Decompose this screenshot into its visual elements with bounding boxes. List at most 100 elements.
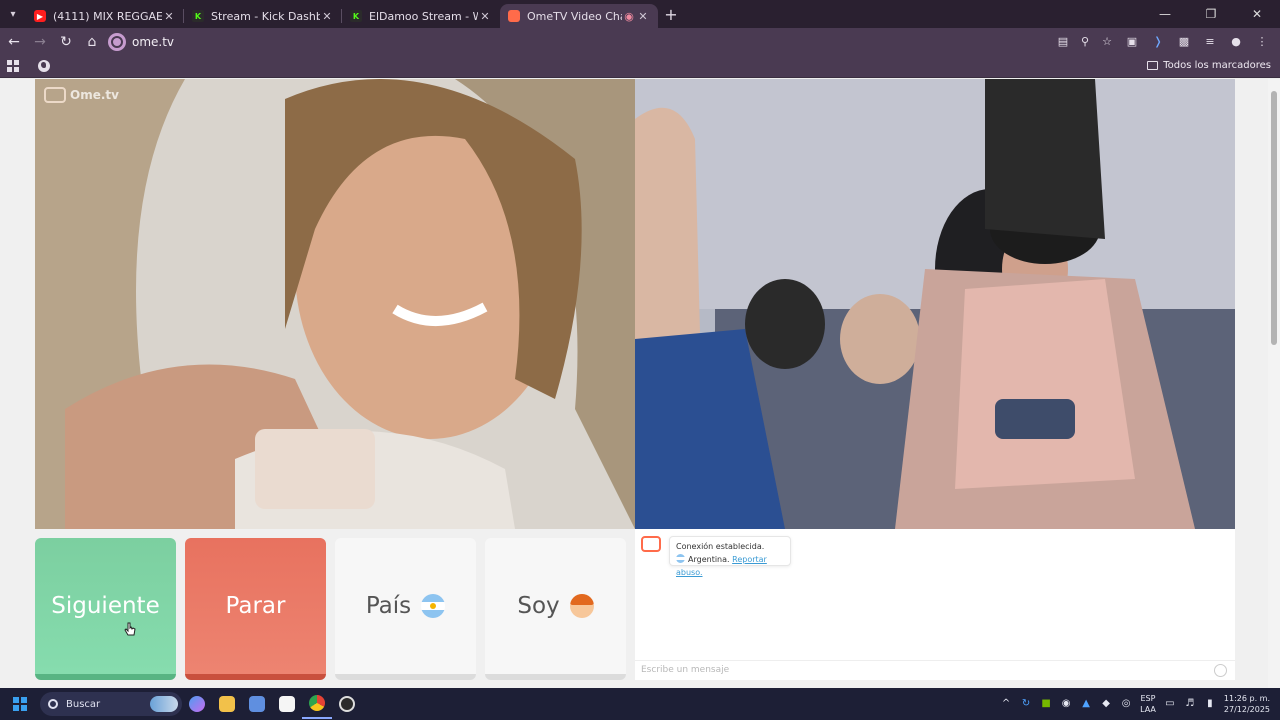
omnibox-actions: ▤ ⚲ ☆ (1054, 33, 1116, 51)
keyboard-language[interactable]: ESP LAA (1140, 693, 1156, 715)
close-icon[interactable]: ✕ (478, 10, 492, 23)
tab-search-icon[interactable]: ▾ (0, 0, 26, 28)
cast-icon[interactable]: ▤ (1054, 33, 1072, 51)
file-explorer-icon[interactable] (212, 689, 242, 719)
argentina-flag-icon (421, 594, 446, 618)
windows-logo-icon (13, 697, 27, 711)
display-icon[interactable]: ▭ (1164, 698, 1176, 710)
windows-taskbar: Buscar ^ ↻ ■ ◉ ▲ ◆ ◎ ESP LAA ▭ ♬ ▮ 11:26… (0, 688, 1280, 720)
store-app-icon[interactable] (242, 689, 272, 719)
hand-cursor-icon (124, 622, 136, 636)
ometv-page: Ome.tv Siguiente Parar País Soy Conexión… (0, 79, 1280, 688)
all-bookmarks-button[interactable]: Todos los marcadores (1147, 60, 1271, 71)
tab-title: OmeTV Video Chat — Ome (527, 9, 622, 23)
apps-grid-icon[interactable] (7, 60, 19, 72)
country-line: Argentina. Reportar abuso. (676, 553, 784, 579)
menu-dots-icon[interactable]: ⋮ (1252, 32, 1272, 52)
all-bookmarks-label: Todos los marcadores (1163, 60, 1271, 71)
extensions-area: ▣ ❭ ▩ ≡ ● ⋮ (1122, 32, 1272, 52)
argentina-flag-icon (676, 554, 685, 563)
search-icon (48, 699, 58, 709)
reload-icon[interactable]: ↻ (54, 30, 78, 54)
window-controls: — ❐ ✕ (1142, 7, 1280, 21)
security-icon[interactable]: ◆ (1100, 698, 1112, 710)
extension-icon[interactable]: ▣ (1122, 32, 1142, 52)
close-window-icon[interactable]: ✕ (1234, 7, 1280, 21)
obs-app-icon[interactable] (332, 689, 362, 719)
local-video-frame (35, 79, 635, 529)
stop-button[interactable]: Parar (185, 538, 326, 680)
next-button[interactable]: Siguiente (35, 538, 176, 680)
profile-avatar-icon[interactable]: ● (1226, 32, 1246, 52)
ometv-logo: Ome.tv (44, 87, 119, 103)
microphone-icon[interactable]: ◎ (1120, 698, 1132, 710)
chrome-app-icon[interactable] (302, 689, 332, 719)
recording-icon: ◉ (624, 9, 634, 23)
forward-icon[interactable]: → (28, 30, 52, 54)
taskbar-search[interactable]: Buscar (40, 692, 182, 716)
kick-icon: K (192, 10, 204, 22)
minimize-icon[interactable]: — (1142, 7, 1188, 21)
sync-icon[interactable]: ↻ (1020, 698, 1032, 710)
puzzle-icon[interactable]: ▩ (1174, 32, 1194, 52)
language-code: ESP (1140, 694, 1156, 703)
clock-time: 11:26 p. m. (1223, 694, 1270, 703)
battery-icon[interactable]: ▮ (1204, 698, 1216, 710)
local-video: Ome.tv (35, 79, 635, 529)
audio-icon[interactable]: ❭ (1148, 32, 1168, 52)
tab-title: (4111) MIX REGGAETON 2025 | (53, 9, 162, 23)
system-tray: ^ ↻ ■ ◉ ▲ ◆ ◎ ESP LAA ▭ ♬ ▮ 11:26 p. m. … (1000, 693, 1280, 715)
nvidia-icon[interactable]: ■ (1040, 698, 1052, 710)
globe-icon[interactable] (38, 60, 50, 72)
country-button[interactable]: País (335, 538, 476, 680)
tab-ometv[interactable]: OmeTV Video Chat — Ome ◉ ✕ (500, 4, 658, 28)
restore-icon[interactable]: ❐ (1188, 7, 1234, 21)
back-icon[interactable]: ← (2, 30, 26, 54)
tab-title: ElDamoo Stream - Watch Live o (369, 9, 478, 23)
country-button-label: País (365, 593, 412, 619)
gender-button-label: Soy (517, 593, 560, 619)
network-icon[interactable]: ▲ (1080, 698, 1092, 710)
next-button-label: Siguiente (51, 593, 160, 619)
volume-icon[interactable]: ♬ (1184, 698, 1196, 710)
close-icon[interactable]: ✕ (320, 10, 334, 23)
tab-kick-dashboard[interactable]: K Stream - Kick Dashboard ✕ (184, 4, 342, 28)
system-message: Conexión establecida. Argentina. Reporta… (669, 536, 791, 577)
layout-code: LAA (1140, 705, 1156, 714)
tray-overflow-icon[interactable]: ^ (1000, 698, 1012, 710)
browser-toolbar: ← → ↻ ⌂ ome.tv ▤ ⚲ ☆ ▣ ❭ ▩ ≡ ● ⋮ (0, 28, 1280, 56)
scrollbar-thumb[interactable] (1271, 91, 1277, 345)
zoom-icon[interactable]: ⚲ (1076, 33, 1094, 51)
logo-text: Ome.tv (70, 88, 119, 102)
capcut-app-icon[interactable] (272, 689, 302, 719)
media-control-icon[interactable]: ≡ (1200, 32, 1220, 52)
ometv-icon (508, 10, 520, 22)
emoji-icon[interactable] (1214, 664, 1227, 677)
gender-button[interactable]: Soy (485, 538, 626, 680)
new-tab-button[interactable]: + (658, 5, 684, 24)
youtube-icon: ▶ (34, 10, 46, 22)
site-info-icon[interactable] (108, 33, 126, 51)
start-button[interactable] (0, 697, 40, 711)
message-input[interactable]: Escribe un mensaje (635, 660, 1235, 680)
address-bar[interactable]: ome.tv ▤ ⚲ ☆ (104, 30, 1120, 54)
tab-kick-stream[interactable]: K ElDamoo Stream - Watch Live o ✕ (342, 4, 500, 28)
clock[interactable]: 11:26 p. m. 27/12/2025 (1224, 693, 1270, 715)
country-name: Argentina. (688, 555, 730, 564)
connection-status: Conexión establecida. (676, 542, 765, 551)
close-icon[interactable]: ✕ (162, 10, 176, 23)
copilot-app-icon[interactable] (182, 689, 212, 719)
tab-youtube[interactable]: ▶ (4111) MIX REGGAETON 2025 | ✕ (26, 4, 184, 28)
page-scrollbar[interactable] (1268, 79, 1280, 688)
bookmarks-bar: Todos los marcadores (0, 56, 1280, 78)
folder-icon (1147, 61, 1159, 70)
bookmark-star-icon[interactable]: ☆ (1098, 33, 1116, 51)
tab-title: Stream - Kick Dashboard (211, 9, 320, 23)
tab-strip: ▾ ▶ (4111) MIX REGGAETON 2025 | ✕ K Stre… (0, 0, 1280, 28)
discord-icon[interactable]: ◉ (1060, 698, 1072, 710)
close-icon[interactable]: ✕ (636, 10, 650, 23)
home-icon[interactable]: ⌂ (80, 30, 104, 54)
search-highlight-image (150, 696, 178, 712)
message-placeholder: Escribe un mensaje (641, 665, 730, 675)
search-label: Buscar (66, 698, 101, 710)
